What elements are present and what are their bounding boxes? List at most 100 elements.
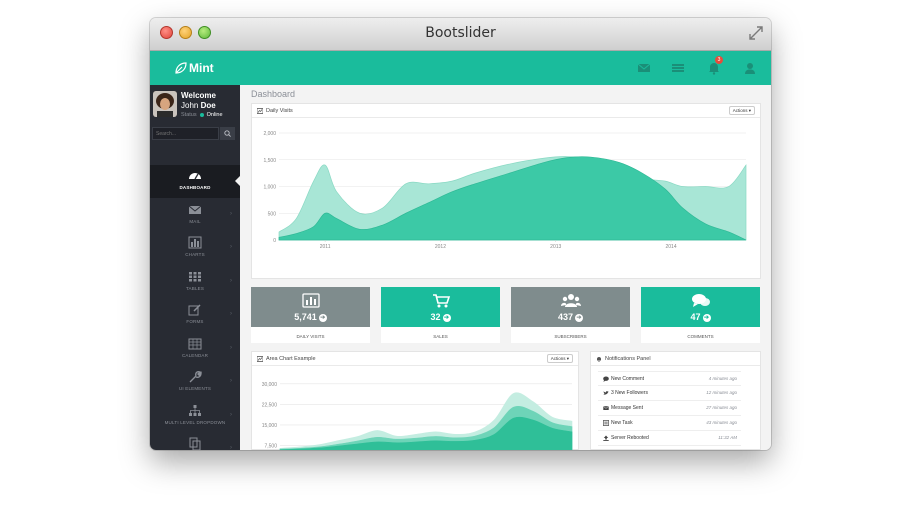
title-bar: Bootslider <box>150 18 771 51</box>
chevron-right-icon: › <box>230 445 232 450</box>
notification-item[interactable]: New Task 43 minutes ago <box>598 416 741 431</box>
y-tick-label: 30,000 <box>262 382 278 388</box>
users-icon <box>561 294 581 307</box>
sidebar-item-multi-level-dropdown[interactable]: MULTI LEVEL DROPDOWN › <box>150 400 240 433</box>
x-tick-label: 2011 <box>320 244 331 250</box>
chevron-right-icon: › <box>230 210 232 217</box>
sidebar-item-calendar[interactable]: CALENDAR › <box>150 333 240 366</box>
table-icon <box>189 271 201 281</box>
notification-time: 27 minutes ago <box>706 405 737 410</box>
arrow-circle-icon[interactable]: ➔ <box>575 314 584 322</box>
sidebar-search <box>152 127 235 140</box>
sidebar-item-label: UI ELEMENTS <box>178 386 212 391</box>
notification-text: New Comment <box>611 376 645 382</box>
user-status: Status Online <box>181 112 223 118</box>
app-window: Bootslider Mint Welcome John Doe Status … <box>150 18 771 450</box>
notification-item[interactable]: Message Sent 27 minutes ago <box>598 401 741 416</box>
sidebar-item-mail[interactable]: MAIL › <box>150 199 240 232</box>
area-chart-header: Area Chart Example Actions ▾ <box>252 352 578 366</box>
user-icon[interactable] <box>743 61 757 75</box>
stat-value: 437 ➔ <box>511 312 630 322</box>
files-icon <box>189 437 201 450</box>
search-input[interactable] <box>152 127 219 140</box>
notification-item[interactable]: 3 New Followers 12 minutes ago <box>598 386 741 401</box>
sidebar-item-forms[interactable]: FORMS › <box>150 299 240 332</box>
page-title: Dashboard <box>251 89 296 99</box>
notification-time: 11:32 AM <box>718 435 737 440</box>
avatar-image <box>153 91 177 117</box>
avatar[interactable] <box>153 91 177 117</box>
notification-time: 12 minutes ago <box>706 390 737 395</box>
area-chart-actions-button[interactable]: Actions ▾ <box>546 354 573 363</box>
stat-label: SUBSCRIBERS <box>554 334 587 339</box>
arrow-circle-icon[interactable]: ➔ <box>702 314 711 322</box>
daily-visits-panel: Daily Visits Actions ▾ 0 500 1,000 1,500 2,0… <box>251 103 761 279</box>
sitemap-icon <box>189 404 201 416</box>
stat-number: 32 <box>430 312 441 322</box>
main-content: Dashboard Daily Visits Actions ▾ 0 500 1,0… <box>240 85 771 450</box>
list-icon[interactable] <box>671 61 685 75</box>
notification-item[interactable]: Server Crashed!11:13 AM <box>598 446 741 450</box>
brand-name: Mint <box>189 61 214 75</box>
search-button[interactable] <box>220 127 235 140</box>
sidebar-item-tables[interactable]: TABLES › <box>150 266 240 299</box>
user-name: John Doe <box>181 101 216 110</box>
sidebar-item-dashboard[interactable]: DASHBOARD <box>150 165 241 198</box>
sidebar-item-label: MAIL <box>189 218 201 224</box>
notifications-header: Notifications Panel <box>591 352 760 366</box>
notifications-title: Notifications Panel <box>605 356 651 362</box>
y-tick-label: 22,500 <box>262 402 278 408</box>
sidebar-item-label: CALENDAR <box>181 352 209 358</box>
y-tick-label: 500 <box>268 211 277 217</box>
bar-chart-icon <box>302 293 320 308</box>
x-tick-label: 2014 <box>665 244 676 250</box>
notification-item[interactable]: Server Rebooted 11:32 AM <box>598 431 741 446</box>
stat-card-header: 5,741 ➔ <box>251 287 370 327</box>
y-tick-label: 1,000 <box>263 185 276 191</box>
stat-card-comments[interactable]: 47 ➔ COMMENTS <box>641 287 760 343</box>
stat-number: 437 <box>557 312 574 322</box>
y-tick-label: 7,500 <box>264 444 277 450</box>
fullscreen-icon[interactable] <box>747 24 765 42</box>
notifications-panel: Notifications Panel New Comment 4 minutes… <box>590 351 761 450</box>
stat-card-sales[interactable]: 32 ➔ SALES <box>381 287 500 343</box>
envelope-icon[interactable] <box>637 61 651 75</box>
bell-icon <box>597 357 601 362</box>
dashboard-icon <box>189 173 201 180</box>
brand-logo[interactable]: Mint <box>150 51 240 85</box>
status-value: Online <box>206 112 223 118</box>
envelope-icon <box>603 406 609 410</box>
stat-number: 5,741 <box>294 312 317 322</box>
stat-card-header: 47 ➔ <box>641 287 760 327</box>
notification-item[interactable]: New Comment 4 minutes ago <box>598 371 741 386</box>
stat-label: SALES <box>433 334 448 339</box>
stat-card-daily-visits[interactable]: 5,741 ➔ DAILY VISITS <box>251 287 370 343</box>
stat-label: COMMENTS <box>687 334 714 339</box>
leaf-icon <box>175 62 187 74</box>
stat-card-subscribers[interactable]: 437 ➔ SUBSCRIBERS <box>511 287 630 343</box>
daily-visits-title: Daily Visits <box>266 108 293 114</box>
comment-icon <box>603 376 609 382</box>
daily-visits-header: Daily Visits Actions ▾ <box>252 104 760 118</box>
search-icon <box>224 130 231 137</box>
sidebar-item-sample-pages[interactable]: SAMPLE PAGES› <box>150 433 240 450</box>
mail-icon <box>188 205 202 214</box>
tasks-icon <box>603 420 609 426</box>
notification-time: 4 minutes ago <box>708 376 737 381</box>
stat-card-header: 32 ➔ <box>381 287 500 327</box>
sidebar-item-ui-elements[interactable]: UI ELEMENTS › <box>150 366 240 399</box>
notification-badge: 3 <box>715 56 723 64</box>
chevron-right-icon: › <box>230 244 232 250</box>
stat-value: 32 ➔ <box>381 312 500 322</box>
wrench-icon <box>189 371 202 383</box>
arrow-circle-icon[interactable]: ➔ <box>318 314 327 322</box>
top-navbar: 3 <box>240 51 771 85</box>
user-first-name: John <box>181 101 199 110</box>
area-chart: 7,500 15,000 22,500 30,000 <box>262 382 573 450</box>
window-title: Bootslider <box>425 25 496 41</box>
daily-visits-actions-button[interactable]: Actions ▾ <box>728 106 755 115</box>
sidebar-item-label: CHARTS <box>185 252 205 257</box>
sidebar-item-charts[interactable]: CHARTS › <box>150 232 240 265</box>
arrow-circle-icon[interactable]: ➔ <box>442 314 451 322</box>
comments-icon <box>692 294 710 307</box>
